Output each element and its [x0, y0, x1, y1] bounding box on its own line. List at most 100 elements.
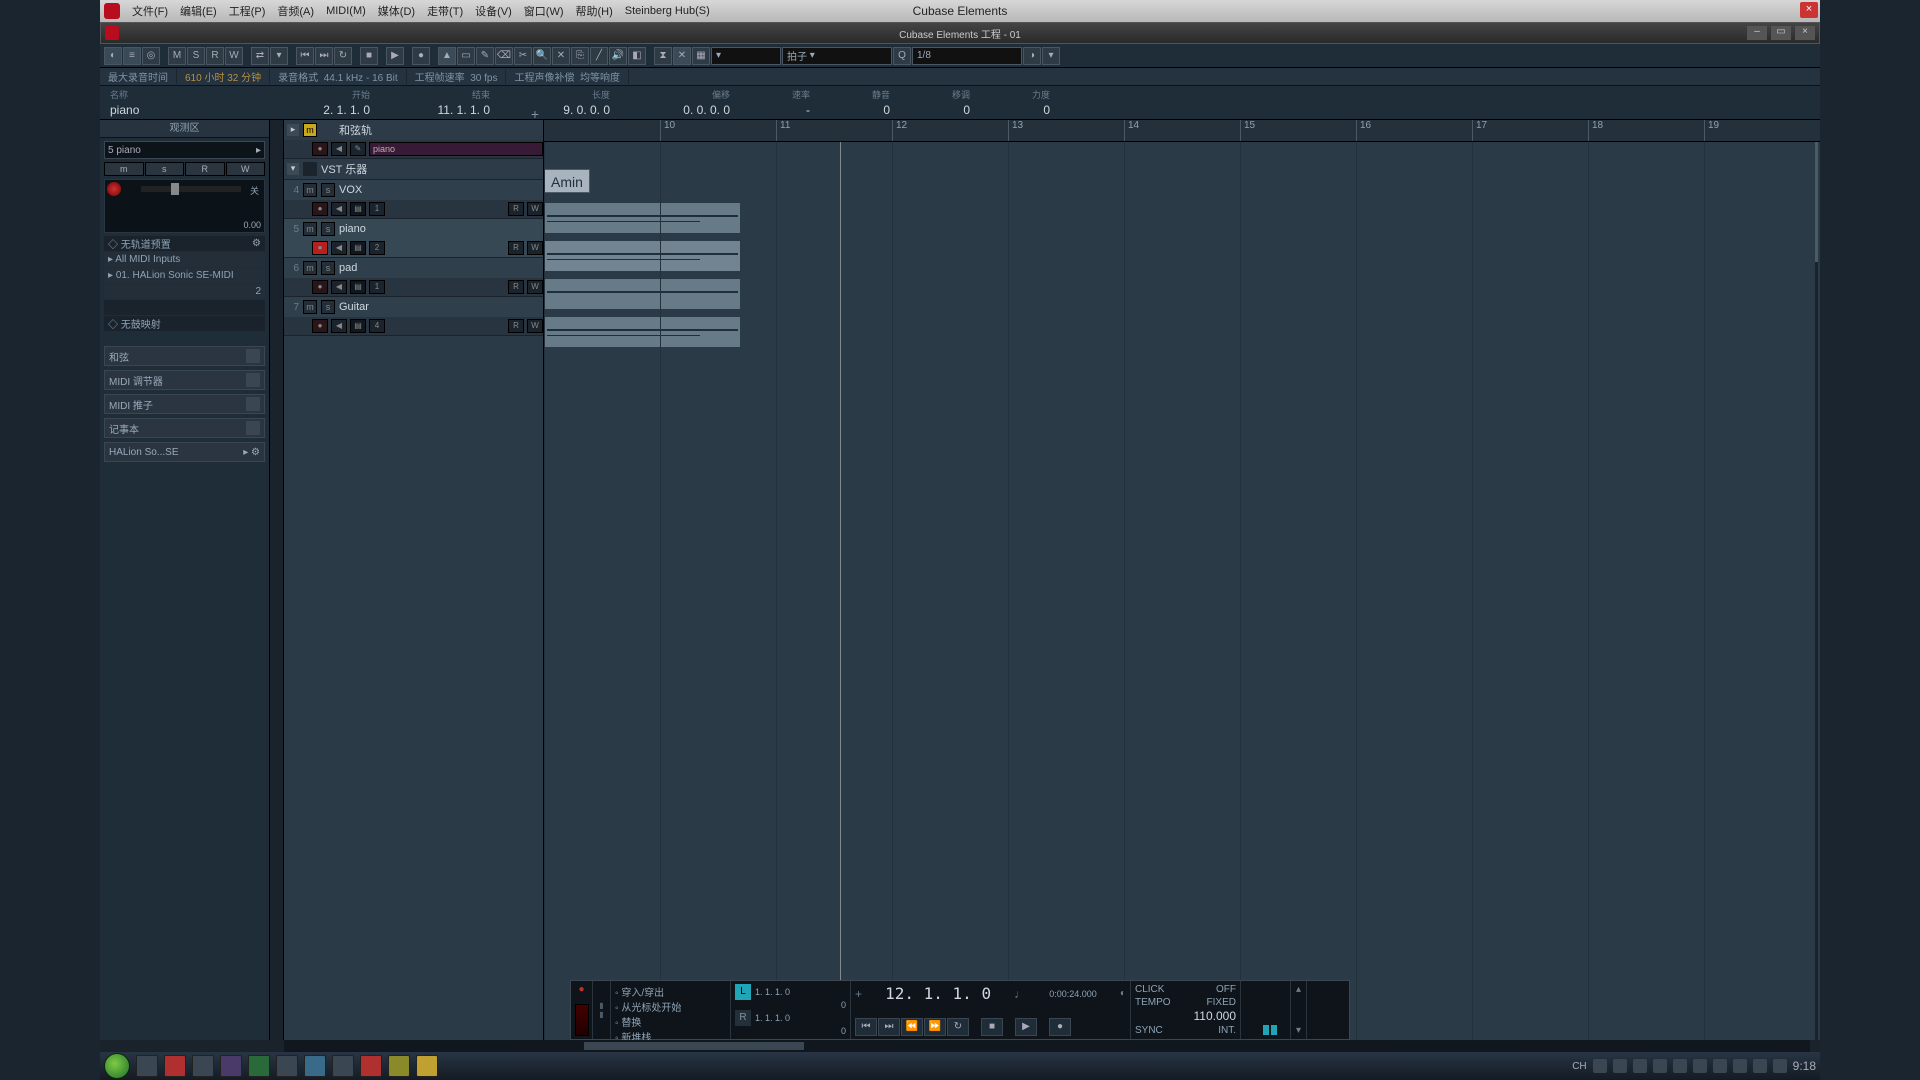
clip-pad[interactable]: [544, 278, 741, 310]
clip-piano[interactable]: [544, 240, 741, 272]
inspector-fader[interactable]: [141, 186, 241, 192]
track-edit-icon[interactable]: ✎: [350, 142, 366, 156]
track-monitor-button[interactable]: ◀: [331, 241, 347, 255]
inspector-drummap-row[interactable]: ◇ 无鼓映射: [104, 316, 265, 331]
track-row[interactable]: 5 m s piano ● ◀ ▤ 2 R W: [284, 219, 543, 258]
track-mute-button[interactable]: m: [303, 261, 317, 275]
chord-event[interactable]: Amin: [544, 169, 590, 193]
tool-draw[interactable]: ✎: [476, 47, 494, 65]
transport-cycle-button[interactable]: ↻: [947, 1018, 969, 1036]
left-locator-value[interactable]: 1. 1. 1. 0: [755, 987, 790, 997]
inspector-track-preset[interactable]: ◇ 无轨道预置⚙: [104, 236, 265, 251]
inspector-toggle-button[interactable]: ◐: [104, 47, 122, 65]
tool-split[interactable]: ✂: [514, 47, 532, 65]
tool-glue[interactable]: ⎘: [571, 47, 589, 65]
arrangement-grid[interactable]: Amin: [544, 142, 1820, 1058]
tool-erase[interactable]: ⌫: [495, 47, 513, 65]
tool-line[interactable]: ╱: [590, 47, 608, 65]
track-monitor-button[interactable]: ◀: [331, 280, 347, 294]
inspector-section-midi-fader[interactable]: MIDI 推子: [104, 394, 265, 414]
taskbar-explorer-icon[interactable]: [136, 1055, 158, 1077]
taskbar-app-icon[interactable]: [360, 1055, 382, 1077]
folder-toggle-icon[interactable]: ▾: [287, 163, 299, 175]
track-device-label[interactable]: piano: [369, 142, 543, 156]
track-write-button[interactable]: W: [527, 202, 543, 216]
transport-play-button[interactable]: ▶: [1015, 1018, 1037, 1036]
info-transpose[interactable]: 0: [910, 103, 970, 117]
vscroll-track[interactable]: [1815, 142, 1818, 1058]
inspector-section-midi-modifier[interactable]: MIDI 调节器: [104, 370, 265, 390]
transport-prev-button[interactable]: ⏮: [855, 1018, 877, 1036]
menu-media[interactable]: 媒体(D): [372, 0, 421, 22]
track-row[interactable]: 7 m s Guitar ● ◀ ▤ 4 R W: [284, 297, 543, 336]
menu-hub[interactable]: Steinberg Hub(S): [619, 0, 716, 22]
track-record-button[interactable]: ●: [312, 319, 328, 333]
tray-icon[interactable]: [1613, 1059, 1627, 1073]
track-write-button[interactable]: W: [527, 319, 543, 333]
menu-project[interactable]: 工程(P): [223, 0, 272, 22]
tray-icon[interactable]: [1673, 1059, 1687, 1073]
taskbar-app-icon[interactable]: [332, 1055, 354, 1077]
info-length[interactable]: 9. 0. 0. 0: [510, 103, 610, 117]
inspector-mute-button[interactable]: m: [104, 162, 144, 176]
track-read-button[interactable]: R: [508, 280, 524, 294]
track-lane-button[interactable]: ▤: [350, 202, 366, 216]
clip-vox[interactable]: [544, 202, 741, 234]
tool-zoom[interactable]: 🔍: [533, 47, 551, 65]
inspector-section-notepad[interactable]: 记事本: [104, 418, 265, 438]
track-row[interactable]: ▾ VST 乐器: [284, 159, 543, 180]
play-button[interactable]: ▶: [386, 47, 404, 65]
track-record-button[interactable]: ●: [312, 202, 328, 216]
track-read-button[interactable]: R: [508, 319, 524, 333]
track-mute-button[interactable]: m: [303, 222, 317, 236]
track-solo-button[interactable]: s: [321, 261, 335, 275]
inspector-empty-row[interactable]: [104, 300, 265, 315]
window-maximize-button[interactable]: ▭: [1771, 26, 1791, 40]
inspector-volume-pan[interactable]: 关 0.00: [104, 179, 265, 233]
track-name-label[interactable]: 和弦轨: [339, 122, 372, 138]
info-fade[interactable]: -: [750, 103, 810, 117]
track-row[interactable]: ▸ m 和弦轨 ● ◀ ✎ piano: [284, 120, 543, 159]
taskbar-app-icon[interactable]: [164, 1055, 186, 1077]
track-name-label[interactable]: Guitar: [339, 301, 369, 313]
window-close-button[interactable]: ×: [1795, 26, 1815, 40]
track-lane-value[interactable]: 1: [369, 280, 385, 294]
quantize-value-field[interactable]: 1/8: [912, 47, 1022, 65]
transport-position-secondary[interactable]: 0:00:24.000: [1049, 989, 1097, 999]
menu-midi[interactable]: MIDI(M): [320, 0, 372, 22]
stop-button[interactable]: ■: [360, 47, 378, 65]
transport-mode-row[interactable]: ◦ 从光标处开始: [615, 999, 726, 1014]
tray-clock[interactable]: 9:18: [1793, 1059, 1816, 1073]
divider-column[interactable]: [270, 120, 284, 1058]
inspector-record-enable-icon[interactable]: [107, 182, 121, 196]
menu-devices[interactable]: 设备(V): [469, 0, 518, 22]
timeline-ruler[interactable]: 10111213141516171819: [544, 120, 1820, 142]
track-write-button[interactable]: W: [527, 241, 543, 255]
clip-guitar[interactable]: [544, 316, 741, 348]
transport-expand-up-icon[interactable]: ▴: [1296, 984, 1301, 995]
menu-audio[interactable]: 音频(A): [271, 0, 320, 22]
track-lane-value[interactable]: 2: [369, 241, 385, 255]
snap-zero-button[interactable]: ⧗: [654, 47, 672, 65]
right-locator-value[interactable]: 1. 1. 1. 0: [755, 1013, 790, 1023]
track-read-button[interactable]: R: [508, 202, 524, 216]
track-record-button[interactable]: ●: [312, 280, 328, 294]
track-mute-button[interactable]: m: [303, 300, 317, 314]
info-velocity[interactable]: 0: [990, 103, 1050, 117]
inspector-read-button[interactable]: R: [185, 162, 225, 176]
window-minimize-button[interactable]: –: [1747, 26, 1767, 40]
menu-window[interactable]: 窗口(W): [518, 0, 570, 22]
arrangement-area[interactable]: 10111213141516171819 Amin: [544, 120, 1820, 1058]
menu-edit[interactable]: 编辑(E): [174, 0, 223, 22]
event-infoline-toggle-button[interactable]: ≡: [123, 47, 141, 65]
taskbar-app-icon[interactable]: [192, 1055, 214, 1077]
inspector-instrument-slot[interactable]: HALion So...SE▸ ⚙: [104, 442, 265, 462]
inspector-write-button[interactable]: W: [226, 162, 266, 176]
click-value[interactable]: OFF: [1216, 984, 1236, 995]
inspector-solo-button[interactable]: s: [145, 162, 185, 176]
vscroll-thumb[interactable]: [1815, 142, 1818, 262]
record-button[interactable]: ●: [412, 47, 430, 65]
track-row[interactable]: 4 m s VOX ● ◀ ▤ 1 R W: [284, 180, 543, 219]
tray-icon[interactable]: [1713, 1059, 1727, 1073]
goto-end-button[interactable]: ⏭: [315, 47, 333, 65]
